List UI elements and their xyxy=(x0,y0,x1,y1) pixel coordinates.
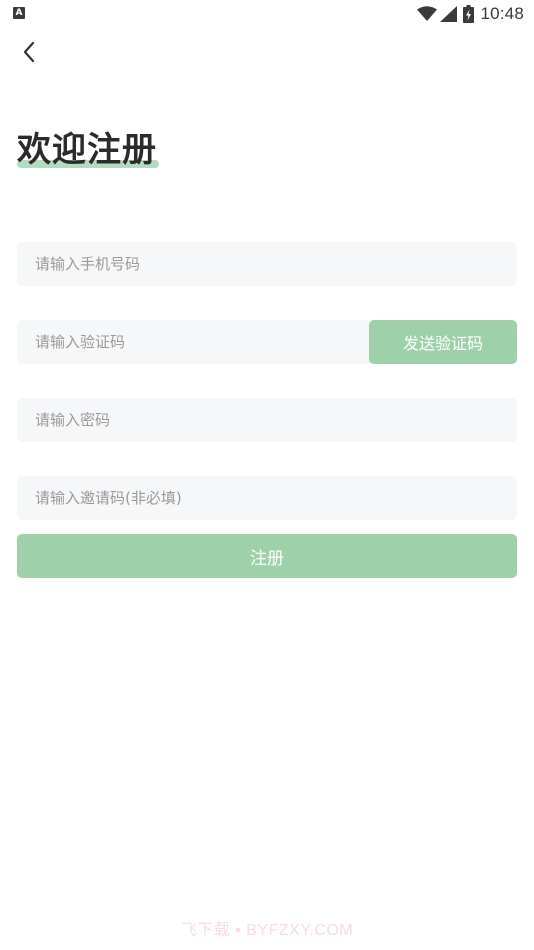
battery-charging-icon xyxy=(463,5,475,23)
page-title: 欢迎注册 xyxy=(17,130,157,170)
phone-input[interactable] xyxy=(35,255,499,273)
notification-badge: A xyxy=(13,7,25,19)
back-button[interactable] xyxy=(14,38,44,70)
status-time: 10:48 xyxy=(480,4,524,23)
verification-code-input[interactable] xyxy=(35,333,359,351)
verification-code-field[interactable] xyxy=(17,320,377,364)
register-button[interactable]: 注册 xyxy=(17,534,517,578)
password-field[interactable] xyxy=(17,398,517,442)
password-input[interactable] xyxy=(35,411,499,429)
status-icons: 10:48 xyxy=(417,3,524,25)
wifi-icon xyxy=(417,6,438,22)
phone-field[interactable] xyxy=(17,242,517,286)
chevron-left-icon xyxy=(22,41,36,67)
invite-code-field[interactable] xyxy=(17,476,517,520)
send-code-button[interactable]: 发送验证码 xyxy=(369,320,517,364)
cell-signal-icon xyxy=(440,6,458,22)
status-bar: A 10:48 xyxy=(0,0,534,28)
title-block: 欢迎注册 xyxy=(17,128,159,172)
watermark: 飞下载 • BYFZXY.COM xyxy=(180,922,354,939)
invite-code-input[interactable] xyxy=(35,489,499,507)
